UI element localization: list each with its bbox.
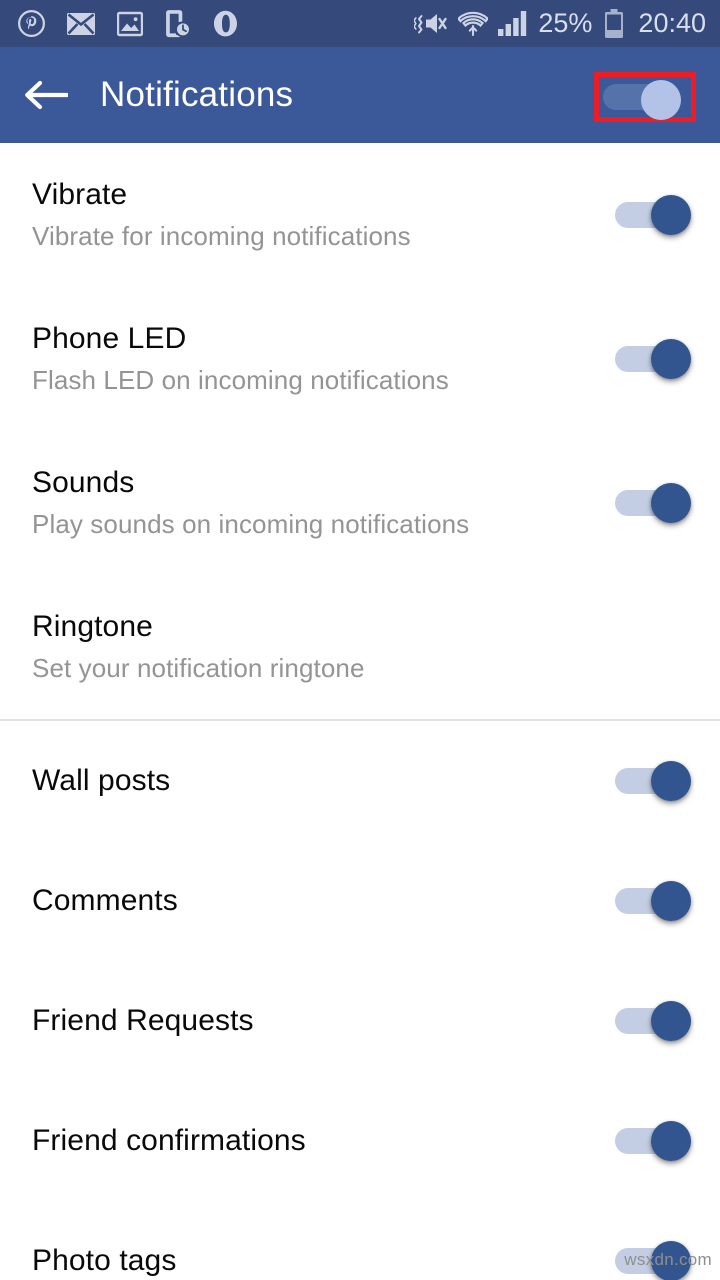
row-toggle-cell — [590, 483, 720, 523]
row-title: Sounds — [32, 465, 135, 499]
master-notifications-toggle[interactable] — [603, 80, 687, 120]
watermark: wsxdn.com — [624, 1250, 712, 1269]
toggle-thumb — [651, 1121, 691, 1161]
vibrate-toggle[interactable] — [615, 195, 695, 235]
row-subtitle: Play sounds on incoming notifications — [32, 509, 470, 540]
row-toggle-cell — [590, 195, 720, 235]
master-toggle-thumb — [641, 80, 681, 120]
toggle-thumb — [651, 1001, 691, 1041]
battery-icon — [604, 8, 624, 39]
row-text-group: Photo tags — [32, 1243, 590, 1278]
toggle-thumb — [651, 761, 691, 801]
phone-led-toggle[interactable] — [615, 339, 695, 379]
row-subtitle: Set your notification ringtone — [32, 653, 365, 684]
status-bar: 25% 20:40 — [0, 0, 720, 47]
email-icon — [67, 12, 95, 35]
status-bar-notification-icons — [18, 9, 238, 38]
activity-section: Wall posts Comments Friend Requests Frie… — [0, 721, 720, 1280]
row-toggle-cell — [590, 881, 720, 921]
row-title: Phone LED — [32, 321, 187, 355]
wifi-icon — [458, 10, 489, 37]
row-text-group: Wall posts — [32, 763, 590, 798]
signal-bars-icon — [498, 10, 528, 37]
row-sounds[interactable]: Sounds Play sounds on incoming notificat… — [0, 431, 720, 575]
status-bar-system-icons: 25% 20:40 — [414, 8, 706, 39]
row-text-group: Ringtone Set your notification ringtone — [32, 609, 590, 685]
row-text-group: Phone LED Flash LED on incoming notifica… — [32, 321, 590, 397]
battery-percentage-label: 25% — [538, 8, 593, 38]
opera-icon — [213, 10, 238, 37]
toggle-thumb — [651, 483, 691, 523]
row-toggle-cell — [590, 1001, 720, 1041]
row-title: Ringtone — [32, 609, 153, 643]
row-title: Vibrate — [32, 177, 128, 211]
row-ringtone[interactable]: Ringtone Set your notification ringtone — [0, 575, 720, 719]
row-toggle-cell — [590, 1121, 720, 1161]
row-phone-led[interactable]: Phone LED Flash LED on incoming notifica… — [0, 287, 720, 431]
row-photo-tags[interactable]: Photo tags — [0, 1201, 720, 1280]
row-subtitle: Vibrate for incoming notifications — [32, 221, 411, 252]
row-title: Comments — [32, 884, 178, 918]
page-title: Notifications — [100, 75, 294, 114]
friend-confirmations-toggle[interactable] — [615, 1121, 695, 1161]
row-comments[interactable]: Comments — [0, 841, 720, 961]
settings-list: Vibrate Vibrate for incoming notificatio… — [0, 143, 720, 1280]
back-button[interactable] — [8, 47, 82, 143]
row-title: Friend confirmations — [32, 1124, 306, 1158]
sounds-toggle[interactable] — [615, 483, 695, 523]
row-text-group: Friend confirmations — [32, 1123, 590, 1158]
toggle-thumb — [651, 339, 691, 379]
friend-requests-toggle[interactable] — [615, 1001, 695, 1041]
row-text-group: Friend Requests — [32, 1003, 590, 1038]
comments-toggle[interactable] — [615, 881, 695, 921]
row-text-group: Comments — [32, 883, 590, 918]
row-subtitle: Flash LED on incoming notifications — [32, 365, 449, 396]
pinterest-icon — [18, 10, 45, 37]
row-friend-confirmations[interactable]: Friend confirmations — [0, 1081, 720, 1201]
row-toggle-cell — [590, 761, 720, 801]
row-toggle-cell — [590, 339, 720, 379]
wall-posts-toggle[interactable] — [615, 761, 695, 801]
toggle-thumb — [651, 195, 691, 235]
row-friend-requests[interactable]: Friend Requests — [0, 961, 720, 1081]
row-title: Photo tags — [32, 1244, 177, 1278]
photo-icon — [117, 11, 143, 37]
general-section: Vibrate Vibrate for incoming notificatio… — [0, 143, 720, 719]
master-toggle-highlight-box — [594, 72, 696, 122]
back-arrow-icon — [22, 78, 68, 112]
phone-screen: 25% 20:40 Notifications Vibrate Vibrate … — [0, 0, 720, 1280]
row-wall-posts[interactable]: Wall posts — [0, 721, 720, 841]
device-clock-icon — [165, 9, 191, 38]
row-vibrate[interactable]: Vibrate Vibrate for incoming notificatio… — [0, 143, 720, 287]
row-text-group: Sounds Play sounds on incoming notificat… — [32, 465, 590, 541]
vibrate-mute-icon — [414, 10, 448, 37]
row-title: Friend Requests — [32, 1004, 254, 1038]
status-bar-clock: 20:40 — [638, 8, 706, 38]
row-text-group: Vibrate Vibrate for incoming notificatio… — [32, 177, 590, 253]
toggle-thumb — [651, 881, 691, 921]
row-title: Wall posts — [32, 764, 171, 798]
